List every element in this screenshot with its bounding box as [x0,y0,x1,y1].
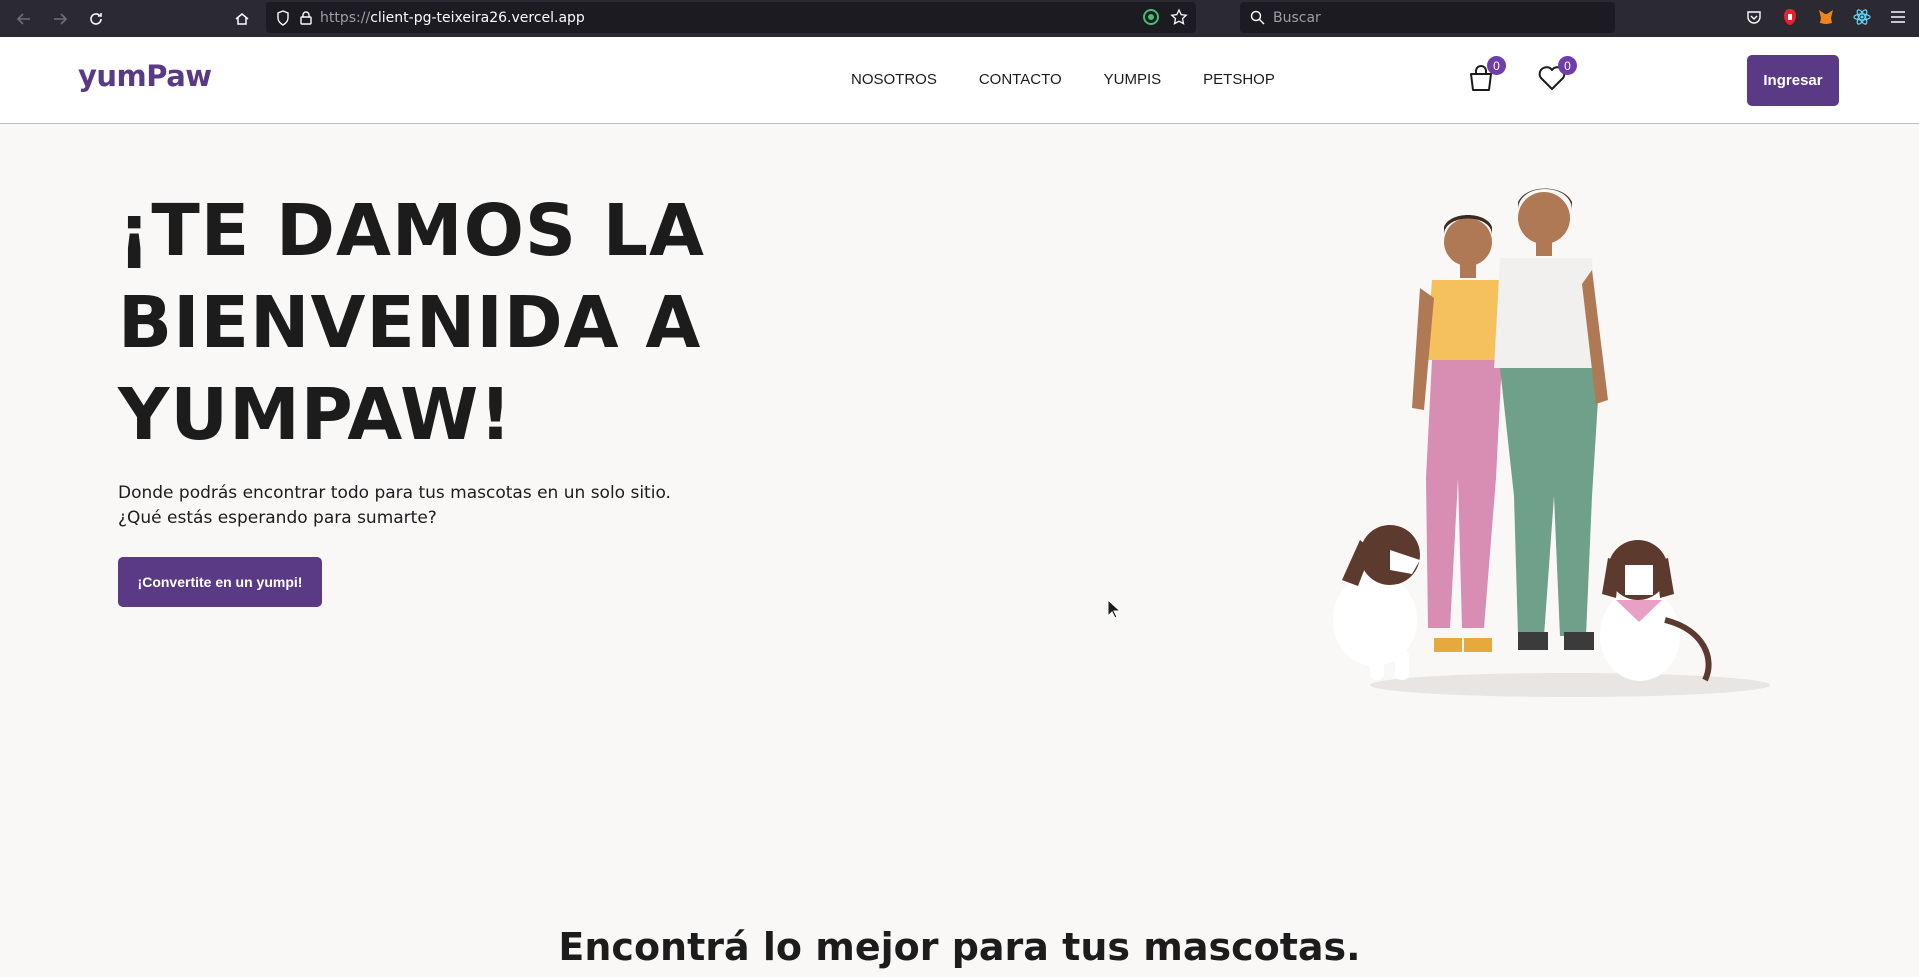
man-figure [1494,188,1608,650]
cart-count-badge: 0 [1487,56,1506,75]
favorites-count-badge: 0 [1558,56,1577,75]
extension-red-icon[interactable] [1777,4,1803,30]
nav-yumpis[interactable]: YUMPIS [1104,71,1162,88]
nav-contacto[interactable]: CONTACTO [979,71,1062,88]
search-icon [1250,10,1265,25]
nav-petshop[interactable]: PETSHOP [1203,71,1275,88]
search-bar[interactable]: Buscar [1240,2,1615,33]
bookmark-star-icon[interactable] [1170,8,1188,26]
join-cta-button[interactable]: ¡Convertite en un yumpi! [118,557,322,607]
favorites-button[interactable]: 0 [1537,56,1577,97]
extension-green-icon[interactable] [1142,8,1160,26]
back-icon[interactable] [10,5,38,33]
site-header: yumPaw NOSOTROS CONTACTO YUMPIS PETSHOP … [0,37,1919,124]
menu-hamburger-icon[interactable] [1885,4,1911,30]
login-button[interactable]: Ingresar [1747,55,1839,106]
url-bar[interactable]: https://client-pg-teixeira26.vercel.app [266,2,1196,33]
hero-subtitle-line-1: Donde podrás encontrar todo para tus mas… [118,483,671,503]
products-section-title: Encontrá lo mejor para tus mascotas. [558,925,1361,969]
lock-icon[interactable] [300,10,312,25]
forward-icon[interactable] [46,5,74,33]
mouse-cursor-icon [1107,598,1122,623]
react-devtools-icon[interactable] [1849,4,1875,30]
browser-toolbar: https://client-pg-teixeira26.vercel.app … [0,0,1919,37]
reload-icon[interactable] [82,5,110,33]
hero-title-line-2: BIENVENIDA A [118,281,702,364]
family-with-dogs-illustration [1320,180,1800,710]
dog-right-figure [1600,540,1712,682]
hero-title: ¡TE DAMOS LA BIENVENIDA A YUMPAW! [118,185,738,461]
hero-subtitle-line-2: ¿Qué estás esperando para sumarte? [118,508,437,528]
search-placeholder: Buscar [1273,9,1321,26]
home-icon[interactable] [228,5,256,33]
dog-left-figure [1333,525,1420,680]
url-text: https://client-pg-teixeira26.vercel.app [320,9,585,26]
main-nav: NOSOTROS CONTACTO YUMPIS PETSHOP [851,71,1317,88]
pocket-icon[interactable] [1741,4,1767,30]
hero-subtitle: Donde podrás encontrar todo para tus mas… [118,481,738,531]
heart-icon [1537,66,1567,97]
cart-button[interactable]: 0 [1466,56,1506,97]
shopping-bag-icon [1466,65,1496,97]
hero-title-line-3: YUMPAW! [118,373,513,456]
shield-icon[interactable] [276,9,290,26]
metamask-fox-icon[interactable] [1813,4,1839,30]
woman-figure [1412,215,1508,652]
nav-nosotros[interactable]: NOSOTROS [851,71,937,88]
site-logo[interactable]: yumPaw [78,59,212,93]
hero-title-line-1: ¡TE DAMOS LA [118,189,705,272]
